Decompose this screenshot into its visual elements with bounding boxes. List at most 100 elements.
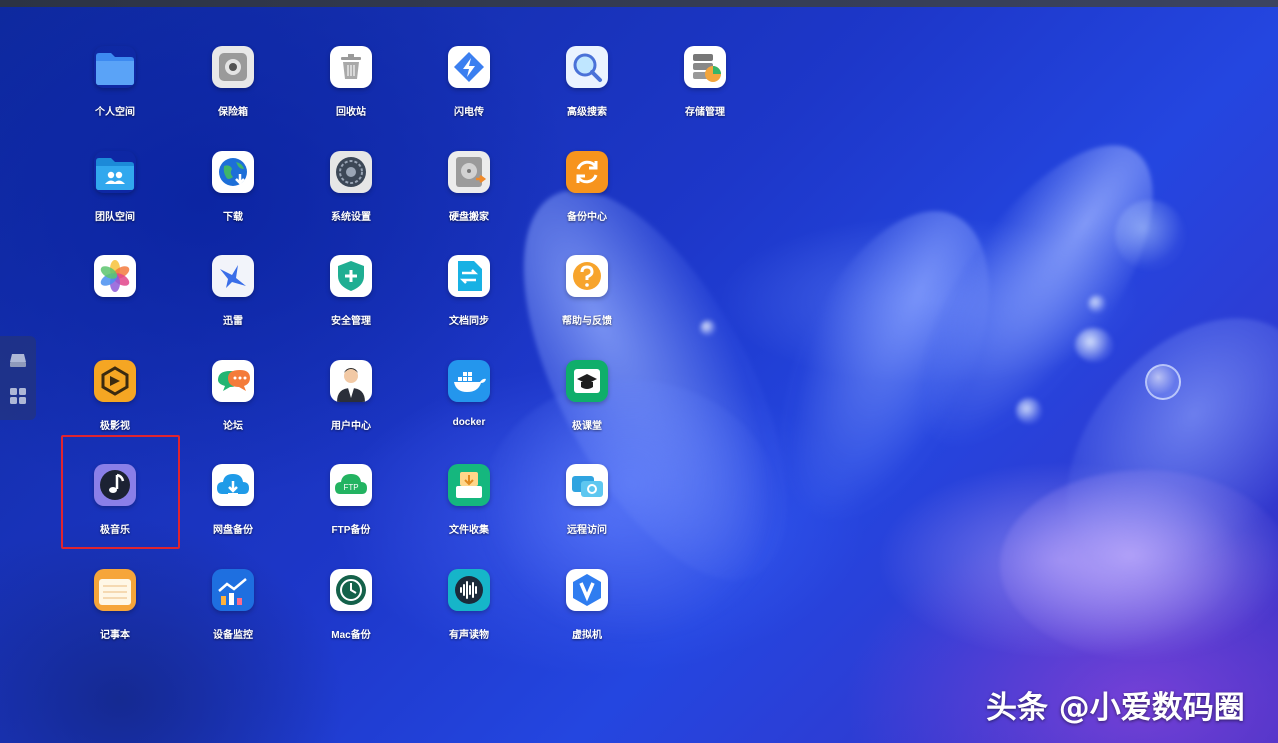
safe-icon xyxy=(212,46,254,88)
backup-center-icon xyxy=(566,151,608,193)
app-remote-access[interactable]: 远程访问 xyxy=(539,464,635,560)
classroom-cap-icon xyxy=(566,360,608,402)
wallpaper-petal xyxy=(1000,470,1278,660)
video-icon xyxy=(94,360,136,402)
user-avatar-icon xyxy=(330,360,372,402)
app-label: 虚拟机 xyxy=(572,630,602,641)
device-monitor-chart-icon xyxy=(212,569,254,611)
app-label: 迅雷 xyxy=(223,316,243,327)
cloud-backup-icon xyxy=(212,464,254,506)
app-classroom[interactable]: 极课堂 xyxy=(539,360,635,456)
app-label: docker xyxy=(452,417,486,428)
app-file-collection[interactable]: 文件收集 xyxy=(421,464,517,560)
app-label: 高级搜索 xyxy=(567,107,607,118)
app-label: 文档同步 xyxy=(449,316,489,327)
app-label: 安全管理 xyxy=(331,316,371,327)
app-team-space[interactable]: 团队空间 xyxy=(67,151,163,247)
app-flash-transfer[interactable]: 闪电传 xyxy=(421,46,517,142)
app-label: 论坛 xyxy=(223,421,243,432)
app-label: 记事本 xyxy=(100,630,130,641)
file-collect-icon xyxy=(448,464,490,506)
app-download[interactable]: 下载 xyxy=(185,151,281,247)
app-label: 网盘备份 xyxy=(213,525,253,536)
water-drop xyxy=(700,320,716,336)
ftp-cloud-icon: FTP xyxy=(330,464,372,506)
virtual-machine-v-icon xyxy=(566,569,608,611)
app-document-sync[interactable]: 文档同步 xyxy=(421,255,517,351)
app-personal-space[interactable]: 个人空间 xyxy=(67,46,163,142)
thunder-bird-icon xyxy=(212,255,254,297)
forum-chat-icon xyxy=(212,360,254,402)
document-sync-icon xyxy=(448,255,490,297)
app-cloud-backup[interactable]: 网盘备份 xyxy=(185,464,281,560)
app-safe[interactable]: 保险箱 xyxy=(185,46,281,142)
side-dock xyxy=(0,336,36,420)
water-drop xyxy=(1088,295,1106,313)
advanced-search-icon xyxy=(566,46,608,88)
audiobook-waveform-icon xyxy=(448,569,490,611)
settings-icon xyxy=(330,151,372,193)
app-label: 个人空间 xyxy=(95,107,135,118)
water-drop xyxy=(1016,398,1042,424)
app-label: 极课堂 xyxy=(572,421,602,432)
app-recycle-bin[interactable]: 回收站 xyxy=(303,46,399,142)
app-label: FTP备份 xyxy=(331,525,371,536)
app-storage-management[interactable]: 存储管理 xyxy=(657,46,753,142)
water-drop xyxy=(1115,200,1185,270)
app-device-monitor[interactable]: 设备监控 xyxy=(185,569,281,665)
notepad-icon xyxy=(94,569,136,611)
app-backup-center[interactable]: 备份中心 xyxy=(539,151,635,247)
lightning-transfer-icon xyxy=(448,46,490,88)
storage-management-icon xyxy=(684,46,726,88)
app-notepad[interactable]: 记事本 xyxy=(67,569,163,665)
app-label: 团队空间 xyxy=(95,212,135,223)
app-virtual-machine[interactable]: 虚拟机 xyxy=(539,569,635,665)
app-advanced-search[interactable]: 高级搜索 xyxy=(539,46,635,142)
apps-grid-icon xyxy=(10,388,26,404)
app-label: 存储管理 xyxy=(685,107,725,118)
app-thunder[interactable]: 迅雷 xyxy=(185,255,281,351)
app-label: 有声读物 xyxy=(449,630,489,641)
app-label: 备份中心 xyxy=(567,212,607,223)
app-docker[interactable]: docker xyxy=(421,360,517,456)
help-icon xyxy=(566,255,608,297)
app-forum[interactable]: 论坛 xyxy=(185,360,281,456)
watermark-text: 头条 @小爱数码圈 xyxy=(986,690,1245,726)
team-folder-icon xyxy=(94,151,136,193)
app-audiobook[interactable]: 有声读物 xyxy=(421,569,517,665)
app-label: 设备监控 xyxy=(213,630,253,641)
app-label: 保险箱 xyxy=(218,107,248,118)
highlight-box xyxy=(61,435,180,549)
folder-icon xyxy=(94,46,136,88)
app-ftp-backup[interactable]: FTP FTP备份 xyxy=(303,464,399,560)
app-label: 文件收集 xyxy=(449,525,489,536)
app-label: 极影视 xyxy=(100,421,130,432)
app-label: 回收站 xyxy=(336,107,366,118)
app-label: 硬盘搬家 xyxy=(449,212,489,223)
app-security-management[interactable]: 安全管理 xyxy=(303,255,399,351)
app-mac-backup[interactable]: Mac备份 xyxy=(303,569,399,665)
photos-icon xyxy=(94,255,136,297)
water-drop xyxy=(1145,364,1181,400)
dock-drive-button[interactable] xyxy=(8,350,28,370)
app-label: 远程访问 xyxy=(567,525,607,536)
app-help-feedback[interactable]: 帮助与反馈 xyxy=(539,255,635,351)
docker-whale-icon xyxy=(448,360,490,402)
remote-access-icon xyxy=(566,464,608,506)
water-drop xyxy=(1075,328,1113,362)
dock-apps-button[interactable] xyxy=(8,386,28,406)
app-system-settings[interactable]: 系统设置 xyxy=(303,151,399,247)
drive-icon xyxy=(10,354,26,367)
app-label: 闪电传 xyxy=(454,107,484,118)
app-label: 用户中心 xyxy=(331,421,371,432)
trash-icon xyxy=(330,46,372,88)
app-photos[interactable] xyxy=(67,255,163,351)
app-disk-migration[interactable]: 硬盘搬家 xyxy=(421,151,517,247)
app-label: 系统设置 xyxy=(331,212,371,223)
app-user-center[interactable]: 用户中心 xyxy=(303,360,399,456)
download-globe-icon xyxy=(212,151,254,193)
app-label: Mac备份 xyxy=(331,630,371,641)
app-label: 帮助与反馈 xyxy=(562,316,612,327)
security-shield-icon xyxy=(330,255,372,297)
top-bar xyxy=(0,0,1278,7)
